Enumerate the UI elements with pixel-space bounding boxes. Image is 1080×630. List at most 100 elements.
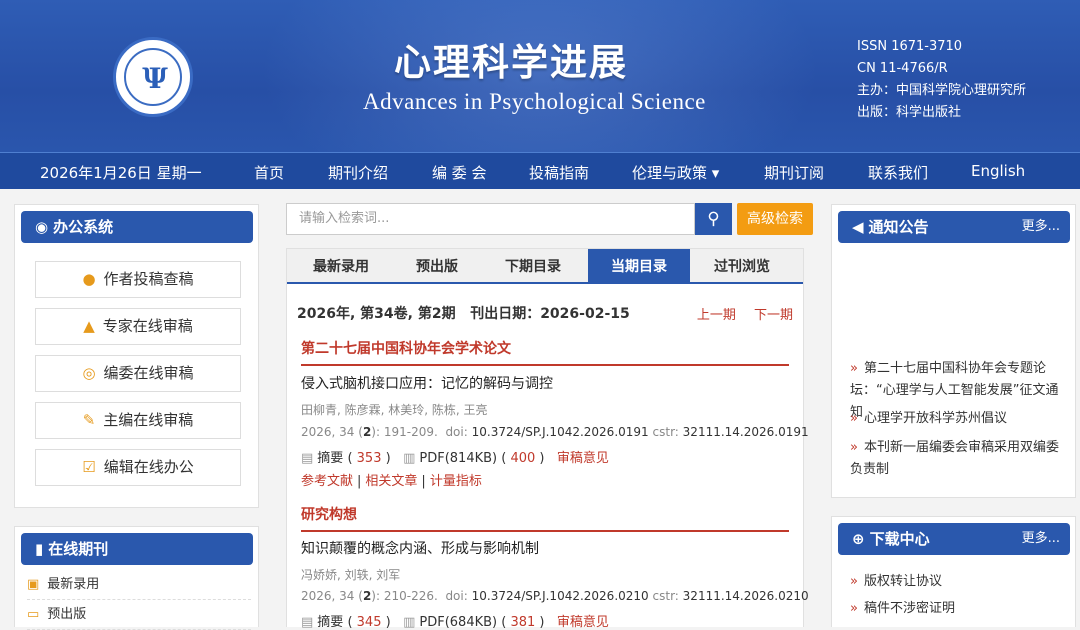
tab-latest-accepted[interactable]: 最新录用 [291, 249, 391, 282]
graduation-cap-icon: ▲ [83, 317, 95, 335]
prev-issue-link[interactable]: 上一期 [697, 308, 736, 323]
issn: ISSN 1671-3710 [857, 39, 963, 54]
nav-contact[interactable]: 联系我们 [868, 162, 928, 183]
editor-office-label: 编辑在线办公 [103, 458, 194, 476]
pdf-icon: ▥ [403, 451, 416, 466]
notice-text: 心理学开放科学苏州倡议 [863, 411, 1007, 426]
downloads-more-link[interactable]: 更多... [1022, 523, 1060, 555]
expert-review-button[interactable]: ▲ 专家在线审稿 [35, 308, 241, 345]
next-issue-link[interactable]: 下一期 [754, 308, 793, 323]
nav-submission-guide[interactable]: 投稿指南 [529, 162, 589, 183]
downloads-title: 下载中心 [869, 530, 930, 548]
issue-pager: 上一期 下一期 [683, 304, 793, 323]
book-icon: ▮ [35, 540, 44, 558]
nav-english[interactable]: English [971, 162, 1025, 180]
link-latest-accepted[interactable]: ▣ 最新录用 [27, 570, 251, 600]
nav-subscribe[interactable]: 期刊订阅 [764, 162, 824, 183]
section-heading: 研究构想 [301, 504, 789, 532]
user-circle-icon: ◉ [35, 218, 49, 236]
nav-editorial-board[interactable]: 编 委 会 [432, 162, 487, 183]
download-item[interactable]: » 稿件不涉密证明 [850, 598, 1070, 620]
doi-value[interactable]: 10.3724/SP.J.1042.2026.0191 [472, 425, 649, 439]
downloads-header: ⊕ 下载中心 更多... [838, 523, 1070, 555]
tab-next-issue[interactable]: 下期目录 [483, 249, 583, 282]
edit-square-icon: ☑ [82, 458, 96, 476]
author-submission-label: 作者投稿查稿 [103, 270, 194, 288]
notices-more-link[interactable]: 更多... [1022, 211, 1060, 243]
nav-ethics-policy[interactable]: 伦理与政策 ▾ [632, 162, 719, 183]
pdf-count: 400 [510, 451, 536, 466]
institute-logo[interactable]: Ψ [113, 37, 193, 117]
online-journal-title: 在线期刊 [48, 540, 109, 558]
pdf-link[interactable]: PDF(814KB) [419, 451, 497, 466]
main-nav: 2026年1月26日 星期一 首页 期刊介绍 编 委 会 投稿指南 伦理与政策 … [0, 152, 1080, 189]
citation-pages: ): 210-226. [371, 589, 438, 603]
cstr-value: 32111.14.2026.0191 [682, 425, 809, 439]
download-item[interactable]: » 版权转让协议 [850, 571, 1070, 593]
issue-info: 2026年, 第34卷, 第2期 刊出日期：2026-02-15 [297, 306, 630, 322]
arrow-icon: » [850, 411, 858, 426]
abstract-link[interactable]: 摘要 [317, 615, 343, 630]
editor-review-button[interactable]: ◎ 编委在线审稿 [35, 355, 241, 392]
abstract-count: 345 [356, 615, 382, 630]
downloads-panel: ⊕ 下载中心 更多... » 版权转让协议 » 稿件不涉密证明 [831, 516, 1076, 627]
arrow-icon: » [850, 601, 858, 616]
documents-icon: ▣ [27, 577, 40, 592]
review-comments-link[interactable]: 审稿意见 [557, 615, 609, 630]
abstract-link[interactable]: 摘要 [317, 451, 343, 466]
pdf-link[interactable]: PDF(684KB) [419, 615, 497, 630]
arrow-icon: » [850, 574, 858, 589]
notice-item[interactable]: » 心理学开放科学苏州倡议 [850, 408, 1070, 430]
citation-year-vol: 2026, 34 ( [301, 425, 363, 439]
metrics-link[interactable]: 计量指标 [430, 474, 482, 489]
journal-meta: ISSN 1671-3710 CN 11-4766/R 主办：中国科学院心理研究… [857, 36, 1026, 124]
article-title[interactable]: 侵入式脑机接口应用：记忆的解码与调控 [301, 373, 553, 393]
person-icon: ● [82, 270, 96, 288]
article-authors: 田柳青, 陈彦霖, 林美玲, 陈栋, 王亮 [301, 403, 488, 417]
download-text: 稿件不涉密证明 [863, 601, 955, 616]
office-system-panel: ◉ 办公系统 ● 作者投稿查稿 ▲ 专家在线审稿 ◎ 编委在线审稿 ✎ 主编在线审稿 ☑ 编… [14, 204, 259, 508]
cstr-label: cstr: [652, 425, 679, 439]
chief-editor-review-button[interactable]: ✎ 主编在线审稿 [35, 402, 241, 439]
cstr-value: 32111.14.2026.0210 [682, 589, 809, 603]
editor-office-button[interactable]: ☑ 编辑在线办公 [35, 449, 241, 486]
link-preprint[interactable]: ▭ 预出版 [27, 600, 251, 630]
related-articles-link[interactable]: 相关文章 [365, 474, 417, 489]
review-comments-link[interactable]: 审稿意见 [557, 451, 609, 466]
pdf-icon: ▥ [403, 615, 416, 630]
article-citation: 2026, 34 (2): 210-226. doi: 10.3724/SP.J… [301, 589, 809, 603]
abstract-icon: ▤ [301, 615, 314, 630]
author-submission-button[interactable]: ● 作者投稿查稿 [35, 261, 241, 298]
article-authors: 冯娇娇, 刘轶, 刘军 [301, 568, 401, 582]
publisher: 出版：科学出版社 [857, 105, 962, 120]
issue-tabs: 最新录用 预出版 下期目录 当期目录 过刊浏览 [287, 249, 803, 284]
doi-value[interactable]: 10.3724/SP.J.1042.2026.0210 [472, 589, 649, 603]
journal-title-cn: 心理科学进展 [394, 41, 628, 84]
abstract-icon: ▤ [301, 451, 314, 466]
citation-year-vol: 2026, 34 ( [301, 589, 363, 603]
cstr-label: cstr: [652, 589, 679, 603]
notice-item[interactable]: » 本刊新一届编委会审稿采用双编委负责制 [850, 437, 1070, 481]
search-button[interactable]: ⚲ [695, 203, 732, 235]
latest-accepted-label: 最新录用 [47, 577, 100, 592]
tab-archive[interactable]: 过刊浏览 [690, 249, 794, 282]
tab-current-issue[interactable]: 当期目录 [588, 249, 690, 282]
doi-label: doi: [445, 425, 468, 439]
notice-text: 本刊新一届编委会审稿采用双编委负责制 [850, 440, 1059, 477]
online-journal-header: ▮ 在线期刊 [21, 533, 253, 565]
online-journal-panel: ▮ 在线期刊 ▣ 最新录用 ▭ 预出版 [14, 526, 259, 630]
chief-editor-review-label: 主编在线审稿 [103, 411, 194, 429]
section-heading: 第二十七届中国科协年会学术论文 [301, 338, 789, 366]
nav-about[interactable]: 期刊介绍 [328, 162, 388, 183]
monitor-icon: ▭ [27, 607, 40, 622]
notices-header: ◀ 通知公告 更多... [838, 211, 1070, 243]
expert-review-label: 专家在线审稿 [102, 317, 193, 335]
cn-number: CN 11-4766/R [857, 61, 948, 76]
references-link[interactable]: 参考文献 [301, 474, 353, 489]
nav-home[interactable]: 首页 [254, 162, 284, 183]
advanced-search-button[interactable]: 高级检索 [737, 203, 813, 235]
search-input[interactable]: 请输入检索词... [286, 203, 695, 235]
pdf-count: 381 [510, 615, 536, 630]
article-title[interactable]: 知识颠覆的概念内涵、形成与影响机制 [301, 538, 539, 558]
tab-preprint[interactable]: 预出版 [391, 249, 483, 282]
